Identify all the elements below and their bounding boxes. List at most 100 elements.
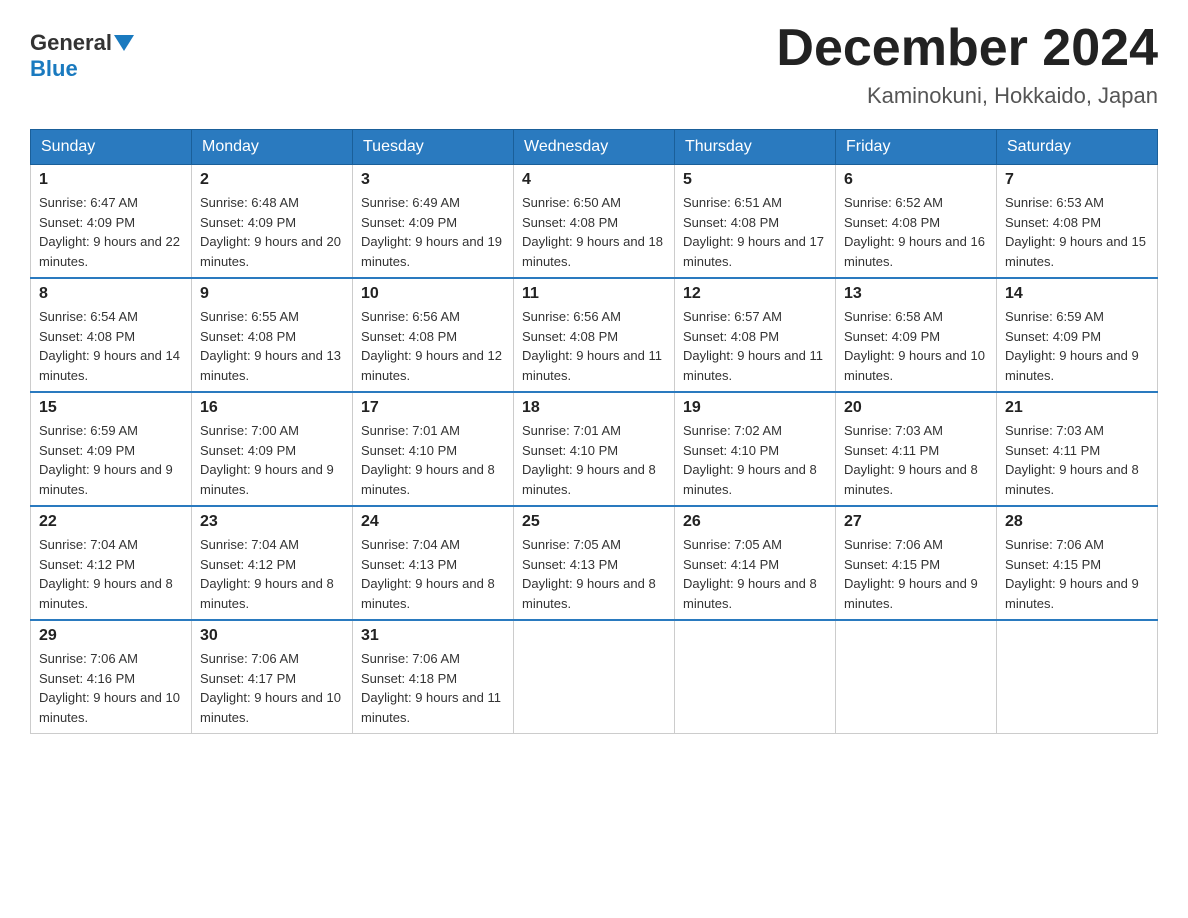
day-number: 17 bbox=[361, 399, 505, 417]
calendar-cell: 23Sunrise: 7:04 AMSunset: 4:12 PMDayligh… bbox=[192, 506, 353, 620]
calendar-week-row: 1 Sunrise: 6:47 AMSunset: 4:09 PMDaylight… bbox=[31, 165, 1158, 279]
day-info: Sunrise: 7:06 AMSunset: 4:17 PMDaylight:… bbox=[200, 649, 344, 727]
calendar-cell: 9Sunrise: 6:55 AMSunset: 4:08 PMDaylight… bbox=[192, 278, 353, 392]
location-text: Kaminokuni, Hokkaido, Japan bbox=[776, 83, 1158, 109]
day-number: 9 bbox=[200, 285, 344, 303]
calendar-cell: 30 Sunrise: 7:06 AMSunset: 4:17 PMDayligh… bbox=[192, 620, 353, 734]
day-info: Sunrise: 6:58 AMSunset: 4:09 PMDaylight:… bbox=[844, 307, 988, 385]
calendar-cell: 10Sunrise: 6:56 AMSunset: 4:08 PMDayligh… bbox=[353, 278, 514, 392]
day-number: 26 bbox=[683, 513, 827, 531]
day-info: Sunrise: 7:04 AMSunset: 4:13 PMDaylight:… bbox=[361, 535, 505, 613]
day-number: 11 bbox=[522, 285, 666, 303]
calendar-table: SundayMondayTuesdayWednesdayThursdayFrid… bbox=[30, 129, 1158, 734]
logo-blue-text: Blue bbox=[30, 56, 78, 82]
day-number: 1 bbox=[39, 171, 183, 189]
weekday-header-saturday: Saturday bbox=[997, 130, 1158, 165]
calendar-cell bbox=[514, 620, 675, 734]
title-area: December 2024 Kaminokuni, Hokkaido, Japa… bbox=[776, 20, 1158, 109]
calendar-cell: 19 Sunrise: 7:02 AMSunset: 4:10 PMDayligh… bbox=[675, 392, 836, 506]
day-info: Sunrise: 7:01 AMSunset: 4:10 PMDaylight:… bbox=[522, 421, 666, 499]
day-number: 12 bbox=[683, 285, 827, 303]
day-info: Sunrise: 7:02 AMSunset: 4:10 PMDaylight:… bbox=[683, 421, 827, 499]
day-info: Sunrise: 6:51 AMSunset: 4:08 PMDaylight:… bbox=[683, 193, 827, 271]
weekday-header-sunday: Sunday bbox=[31, 130, 192, 165]
calendar-cell: 2 Sunrise: 6:48 AMSunset: 4:09 PMDaylight… bbox=[192, 165, 353, 279]
weekday-header-tuesday: Tuesday bbox=[353, 130, 514, 165]
calendar-week-row: 22 Sunrise: 7:04 AMSunset: 4:12 PMDayligh… bbox=[31, 506, 1158, 620]
calendar-cell: 14Sunrise: 6:59 AMSunset: 4:09 PMDayligh… bbox=[997, 278, 1158, 392]
day-info: Sunrise: 6:56 AMSunset: 4:08 PMDaylight:… bbox=[522, 307, 666, 385]
day-info: Sunrise: 7:03 AMSunset: 4:11 PMDaylight:… bbox=[844, 421, 988, 499]
calendar-cell: 18 Sunrise: 7:01 AMSunset: 4:10 PMDayligh… bbox=[514, 392, 675, 506]
weekday-header-monday: Monday bbox=[192, 130, 353, 165]
calendar-cell: 11 Sunrise: 6:56 AMSunset: 4:08 PMDayligh… bbox=[514, 278, 675, 392]
day-number: 14 bbox=[1005, 285, 1149, 303]
day-info: Sunrise: 6:52 AMSunset: 4:08 PMDaylight:… bbox=[844, 193, 988, 271]
calendar-cell bbox=[675, 620, 836, 734]
day-info: Sunrise: 7:01 AMSunset: 4:10 PMDaylight:… bbox=[361, 421, 505, 499]
weekday-header-row: SundayMondayTuesdayWednesdayThursdayFrid… bbox=[31, 130, 1158, 165]
calendar-cell: 12 Sunrise: 6:57 AMSunset: 4:08 PMDayligh… bbox=[675, 278, 836, 392]
day-number: 16 bbox=[200, 399, 344, 417]
day-info: Sunrise: 7:05 AMSunset: 4:13 PMDaylight:… bbox=[522, 535, 666, 613]
logo-triangle-icon bbox=[114, 35, 134, 51]
day-info: Sunrise: 6:47 AMSunset: 4:09 PMDaylight:… bbox=[39, 193, 183, 271]
day-info: Sunrise: 7:05 AMSunset: 4:14 PMDaylight:… bbox=[683, 535, 827, 613]
day-info: Sunrise: 6:57 AMSunset: 4:08 PMDaylight:… bbox=[683, 307, 827, 385]
day-number: 4 bbox=[522, 171, 666, 189]
calendar-week-row: 8 Sunrise: 6:54 AMSunset: 4:08 PMDaylight… bbox=[31, 278, 1158, 392]
calendar-cell: 31Sunrise: 7:06 AMSunset: 4:18 PMDayligh… bbox=[353, 620, 514, 734]
day-number: 20 bbox=[844, 399, 988, 417]
day-number: 6 bbox=[844, 171, 988, 189]
weekday-header-wednesday: Wednesday bbox=[514, 130, 675, 165]
calendar-cell: 17 Sunrise: 7:01 AMSunset: 4:10 PMDayligh… bbox=[353, 392, 514, 506]
day-info: Sunrise: 7:06 AMSunset: 4:18 PMDaylight:… bbox=[361, 649, 505, 727]
day-info: Sunrise: 6:59 AMSunset: 4:09 PMDaylight:… bbox=[39, 421, 183, 499]
calendar-cell: 15Sunrise: 6:59 AMSunset: 4:09 PMDayligh… bbox=[31, 392, 192, 506]
calendar-cell bbox=[836, 620, 997, 734]
day-info: Sunrise: 7:06 AMSunset: 4:15 PMDaylight:… bbox=[1005, 535, 1149, 613]
day-number: 30 bbox=[200, 627, 344, 645]
calendar-cell: 3Sunrise: 6:49 AMSunset: 4:09 PMDaylight… bbox=[353, 165, 514, 279]
calendar-cell: 8 Sunrise: 6:54 AMSunset: 4:08 PMDaylight… bbox=[31, 278, 192, 392]
day-number: 24 bbox=[361, 513, 505, 531]
day-info: Sunrise: 7:00 AMSunset: 4:09 PMDaylight:… bbox=[200, 421, 344, 499]
day-number: 18 bbox=[522, 399, 666, 417]
calendar-cell: 16 Sunrise: 7:00 AMSunset: 4:09 PMDayligh… bbox=[192, 392, 353, 506]
day-number: 21 bbox=[1005, 399, 1149, 417]
calendar-cell: 20 Sunrise: 7:03 AMSunset: 4:11 PMDayligh… bbox=[836, 392, 997, 506]
calendar-cell: 25 Sunrise: 7:05 AMSunset: 4:13 PMDayligh… bbox=[514, 506, 675, 620]
calendar-cell: 26 Sunrise: 7:05 AMSunset: 4:14 PMDayligh… bbox=[675, 506, 836, 620]
calendar-cell: 4Sunrise: 6:50 AMSunset: 4:08 PMDaylight… bbox=[514, 165, 675, 279]
calendar-cell: 24 Sunrise: 7:04 AMSunset: 4:13 PMDayligh… bbox=[353, 506, 514, 620]
day-number: 2 bbox=[200, 171, 344, 189]
calendar-cell bbox=[997, 620, 1158, 734]
day-info: Sunrise: 7:06 AMSunset: 4:16 PMDaylight:… bbox=[39, 649, 183, 727]
day-number: 19 bbox=[683, 399, 827, 417]
day-number: 7 bbox=[1005, 171, 1149, 189]
day-info: Sunrise: 7:03 AMSunset: 4:11 PMDaylight:… bbox=[1005, 421, 1149, 499]
day-info: Sunrise: 7:04 AMSunset: 4:12 PMDaylight:… bbox=[200, 535, 344, 613]
day-number: 25 bbox=[522, 513, 666, 531]
calendar-cell: 21 Sunrise: 7:03 AMSunset: 4:11 PMDayligh… bbox=[997, 392, 1158, 506]
calendar-cell: 22Sunrise: 7:04 AMSunset: 4:12 PMDayligh… bbox=[31, 506, 192, 620]
day-number: 13 bbox=[844, 285, 988, 303]
weekday-header-friday: Friday bbox=[836, 130, 997, 165]
day-number: 28 bbox=[1005, 513, 1149, 531]
page-header: General Blue December 2024 Kaminokuni, H… bbox=[30, 20, 1158, 109]
calendar-cell: 7Sunrise: 6:53 AMSunset: 4:08 PMDaylight… bbox=[997, 165, 1158, 279]
calendar-cell: 28 Sunrise: 7:06 AMSunset: 4:15 PMDayligh… bbox=[997, 506, 1158, 620]
calendar-cell: 29Sunrise: 7:06 AMSunset: 4:16 PMDayligh… bbox=[31, 620, 192, 734]
day-number: 8 bbox=[39, 285, 183, 303]
day-info: Sunrise: 6:54 AMSunset: 4:08 PMDaylight:… bbox=[39, 307, 183, 385]
month-title: December 2024 bbox=[776, 20, 1158, 77]
day-info: Sunrise: 6:56 AMSunset: 4:08 PMDaylight:… bbox=[361, 307, 505, 385]
day-number: 27 bbox=[844, 513, 988, 531]
day-number: 5 bbox=[683, 171, 827, 189]
day-info: Sunrise: 6:48 AMSunset: 4:09 PMDaylight:… bbox=[200, 193, 344, 271]
logo: General Blue bbox=[30, 20, 136, 82]
day-number: 22 bbox=[39, 513, 183, 531]
logo-general-text: General bbox=[30, 30, 112, 56]
day-info: Sunrise: 6:49 AMSunset: 4:09 PMDaylight:… bbox=[361, 193, 505, 271]
weekday-header-thursday: Thursday bbox=[675, 130, 836, 165]
